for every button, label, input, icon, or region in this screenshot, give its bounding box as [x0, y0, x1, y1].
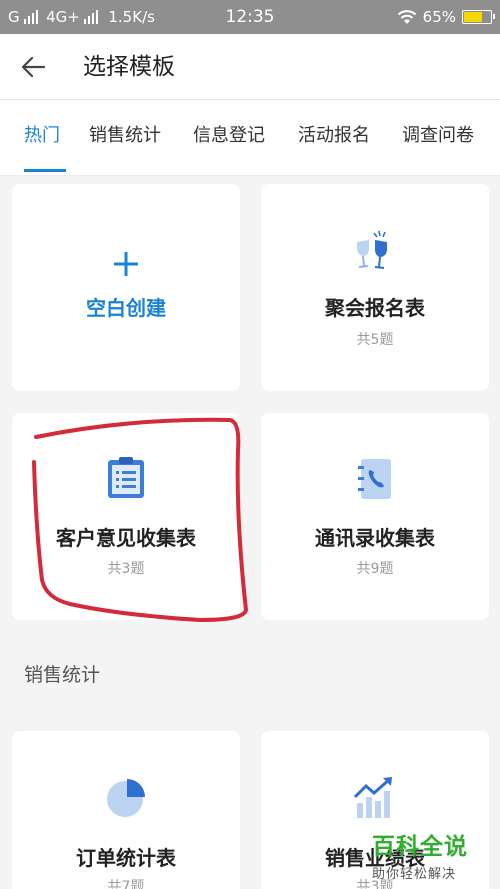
battery-icon: [462, 10, 495, 24]
category-tabs: 热门 销售统计 信息登记 活动报名 调查问卷: [0, 100, 500, 176]
customer-feedback-card[interactable]: 客户意见收集表 共3题: [12, 413, 240, 620]
tab-hot[interactable]: 热门: [24, 100, 60, 176]
watermark-sub: 助你轻松解决: [372, 867, 457, 882]
blank-template-card[interactable]: 空白创建: [12, 184, 240, 391]
tab-indicator: [24, 169, 66, 172]
party-signup-card[interactable]: 聚会报名表 共5题: [261, 184, 489, 391]
card-title: 聚会报名表: [325, 296, 425, 320]
contact-book-card[interactable]: 通讯录收集表 共9题: [261, 413, 489, 620]
watermark-main: 百科全说: [372, 834, 468, 860]
pie-chart-icon: [12, 777, 240, 819]
card-title: 客户意见收集表: [56, 526, 196, 550]
tab-info-registration[interactable]: 信息登记: [193, 100, 265, 176]
growth-chart-icon: [261, 775, 489, 819]
question-count: 共5题: [356, 332, 394, 348]
wifi-icon: [397, 10, 416, 24]
tab-survey[interactable]: 调查问卷: [402, 100, 474, 176]
wine-glasses-icon: [261, 228, 489, 272]
watermark-logo: 百科全说 助你轻松解决: [372, 827, 492, 882]
tab-event-signup[interactable]: 活动报名: [298, 100, 370, 176]
contact-book-icon: [261, 457, 489, 501]
question-count: 共9题: [356, 561, 394, 577]
clipboard-icon: [12, 455, 240, 499]
page-title: 选择模板: [83, 54, 175, 80]
order-stats-card[interactable]: 订单统计表 共7题: [12, 731, 240, 889]
tab-sales-stats[interactable]: 销售统计: [89, 100, 161, 176]
card-title: 订单统计表: [76, 846, 176, 870]
status-bar: G 4G+ 1.5K/s 12:35 65%: [0, 0, 500, 34]
section-title-sales: 销售统计: [24, 664, 101, 686]
plus-icon: [12, 250, 240, 278]
battery-percent: 65%: [422, 8, 456, 26]
back-arrow-icon[interactable]: [18, 52, 48, 82]
app-header: 选择模板: [0, 34, 500, 100]
question-count: 共3题: [107, 561, 145, 577]
card-title: 通讯录收集表: [315, 526, 435, 550]
status-right: 65%: [397, 0, 495, 34]
question-count: 共7题: [107, 879, 145, 889]
blank-template-label: 空白创建: [86, 296, 166, 320]
